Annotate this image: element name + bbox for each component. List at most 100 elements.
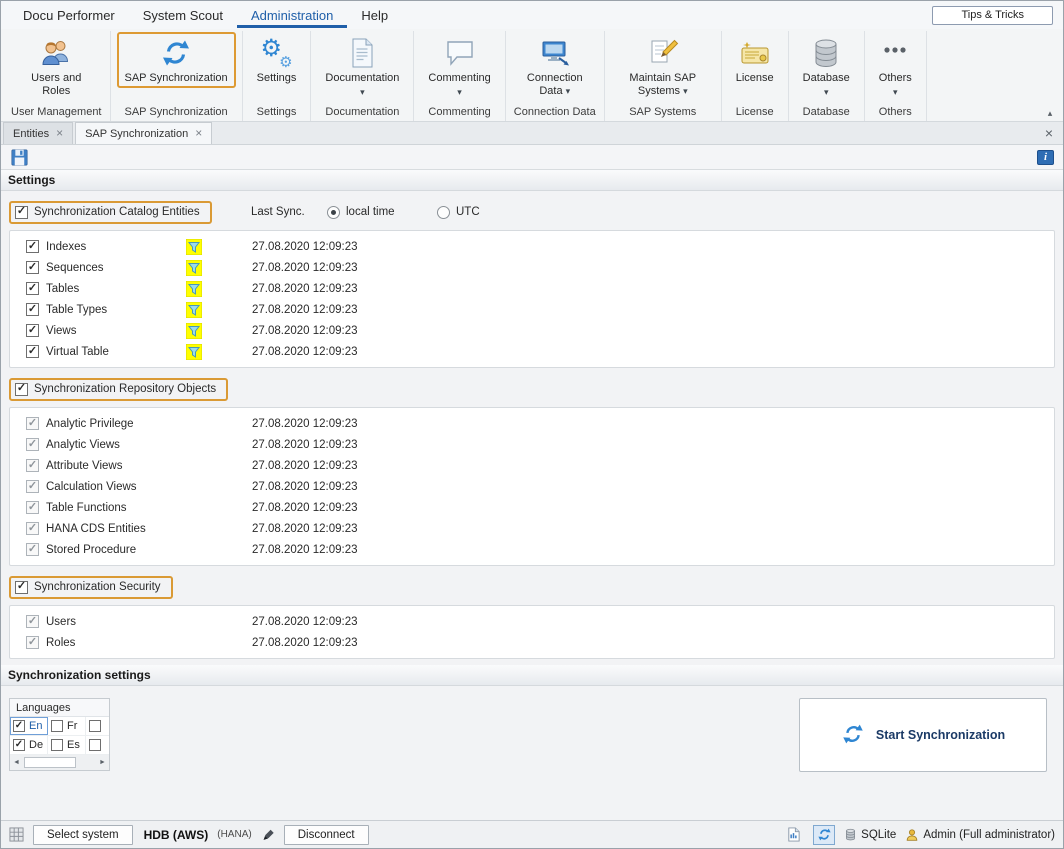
tab-close-icon[interactable] <box>195 127 202 140</box>
entity-label: Table Types <box>46 304 107 316</box>
ribbon-group-sap-systems: Maintain SAP Systems SAP Systems <box>605 31 722 121</box>
repository-row: Table Functions 27.08.2020 12:09:23 <box>10 497 1054 518</box>
catalog-checkbox[interactable] <box>15 206 28 219</box>
filter-icon[interactable] <box>186 323 202 339</box>
language-checkbox[interactable] <box>51 720 63 732</box>
language-label: De <box>29 739 43 751</box>
last-sync-time: 27.08.2020 12:09:23 <box>252 346 358 358</box>
radio-icon <box>437 206 450 219</box>
filter-icon[interactable] <box>186 302 202 318</box>
language-row: De Es <box>10 736 109 755</box>
scroll-thumb[interactable] <box>24 757 76 768</box>
security-row: Roles 27.08.2020 12:09:23 <box>10 632 1054 653</box>
repository-checkbox-group[interactable]: Synchronization Repository Objects <box>9 378 228 401</box>
ribbon-button-label: Settings <box>257 72 297 84</box>
ribbon-group-label: User Management <box>9 104 104 121</box>
entity-checkbox <box>26 543 39 556</box>
tab-sap-synchronization[interactable]: SAP Synchronization <box>75 122 212 144</box>
collapse-ribbon-icon[interactable] <box>1043 105 1057 117</box>
language-en[interactable]: En <box>10 717 48 735</box>
connected-system-type: (HANA) <box>217 829 251 840</box>
utc-radio[interactable]: UTC <box>437 206 480 219</box>
entity-label: Users <box>46 616 76 628</box>
radio-label: UTC <box>456 206 480 218</box>
filter-icon[interactable] <box>186 281 202 297</box>
language-checkbox[interactable] <box>89 720 101 732</box>
last-sync-time: 27.08.2020 12:09:23 <box>252 325 358 337</box>
scroll-right-icon[interactable] <box>96 755 109 770</box>
entity-label: Roles <box>46 637 75 649</box>
language-checkbox[interactable] <box>51 739 63 751</box>
last-sync-time: 27.08.2020 12:09:23 <box>252 304 358 316</box>
connection-data-button[interactable]: Connection Data <box>512 32 598 101</box>
filter-icon[interactable] <box>186 239 202 255</box>
entity-checkbox[interactable] <box>26 240 39 253</box>
catalog-row: Tables 27.08.2020 12:09:23 <box>10 278 1054 299</box>
license-button[interactable]: License <box>728 32 782 88</box>
repository-row: Attribute Views 27.08.2020 12:09:23 <box>10 455 1054 476</box>
select-system-button[interactable]: Select system <box>33 825 133 845</box>
language-extra[interactable] <box>86 717 109 735</box>
pin-icon[interactable] <box>261 828 275 842</box>
filter-icon[interactable] <box>186 260 202 276</box>
ribbon-group-connection-data: Connection Data Connection Data <box>506 31 605 121</box>
tips-and-tricks-button[interactable]: Tips & Tricks <box>932 6 1053 25</box>
menu-administration[interactable]: Administration <box>237 2 347 28</box>
language-label: En <box>29 720 42 732</box>
repository-checkbox[interactable] <box>15 383 28 396</box>
security-title: Synchronization Security <box>34 581 161 593</box>
settings-area: Synchronization Catalog Entities Last Sy… <box>1 191 1063 665</box>
tab-close-icon[interactable] <box>56 127 63 140</box>
documentation-button[interactable]: Documentation <box>317 32 407 101</box>
report-icon[interactable] <box>782 825 804 845</box>
language-checkbox[interactable] <box>13 720 25 732</box>
language-de[interactable]: De <box>10 736 48 754</box>
repository-title: Synchronization Repository Objects <box>34 383 216 395</box>
entity-checkbox[interactable] <box>26 303 39 316</box>
entity-checkbox[interactable] <box>26 261 39 274</box>
sync-status-icon[interactable] <box>813 825 835 845</box>
others-button[interactable]: Others <box>871 32 920 101</box>
maintain-sap-systems-button[interactable]: Maintain SAP Systems <box>611 32 715 101</box>
language-extra[interactable] <box>86 736 109 754</box>
repository-row: Stored Procedure 27.08.2020 12:09:23 <box>10 539 1054 560</box>
entity-checkbox[interactable] <box>26 345 39 358</box>
language-label: Fr <box>67 720 77 732</box>
scroll-left-icon[interactable] <box>10 755 23 770</box>
menu-help[interactable]: Help <box>347 2 402 28</box>
language-checkbox[interactable] <box>13 739 25 751</box>
entity-checkbox[interactable] <box>26 324 39 337</box>
menu-system-scout[interactable]: System Scout <box>129 2 237 28</box>
language-es[interactable]: Es <box>48 736 86 754</box>
sap-synchronization-button[interactable]: SAP Synchronization <box>117 32 236 88</box>
catalog-row: Sequences 27.08.2020 12:09:23 <box>10 257 1054 278</box>
systems-grid-icon[interactable] <box>9 827 24 842</box>
user-icon <box>905 828 919 842</box>
database-button[interactable]: Database <box>795 32 858 101</box>
users-and-roles-button[interactable]: Users and Roles <box>16 32 96 101</box>
catalog-checkbox-group[interactable]: Synchronization Catalog Entities <box>9 201 212 224</box>
entity-checkbox <box>26 615 39 628</box>
languages-scrollbar[interactable] <box>10 755 109 770</box>
security-checkbox-group[interactable]: Synchronization Security <box>9 576 173 599</box>
pencil-icon <box>647 37 679 69</box>
sap-synchronization-page: Settings Synchronization Catalog Entitie… <box>1 170 1063 820</box>
local-time-radio[interactable]: local time <box>327 206 395 219</box>
security-checkbox[interactable] <box>15 581 28 594</box>
start-synchronization-button[interactable]: Start Synchronization <box>799 698 1047 772</box>
close-document-icon[interactable] <box>1045 125 1053 141</box>
entity-checkbox[interactable] <box>26 282 39 295</box>
commenting-button[interactable]: Commenting <box>420 32 498 101</box>
info-icon[interactable] <box>1037 150 1054 165</box>
filter-icon[interactable] <box>186 344 202 360</box>
radio-selected-icon <box>327 206 340 219</box>
disconnect-button[interactable]: Disconnect <box>284 825 369 845</box>
language-label: Es <box>67 739 80 751</box>
tab-entities[interactable]: Entities <box>3 122 73 144</box>
save-icon[interactable] <box>10 148 29 167</box>
settings-button[interactable]: ⚙⚙ Settings <box>249 32 305 88</box>
menu-docu-performer[interactable]: Docu Performer <box>9 2 129 28</box>
language-fr[interactable]: Fr <box>48 717 86 735</box>
ribbon-group-label: SAP Systems <box>627 104 698 121</box>
language-checkbox[interactable] <box>89 739 101 751</box>
